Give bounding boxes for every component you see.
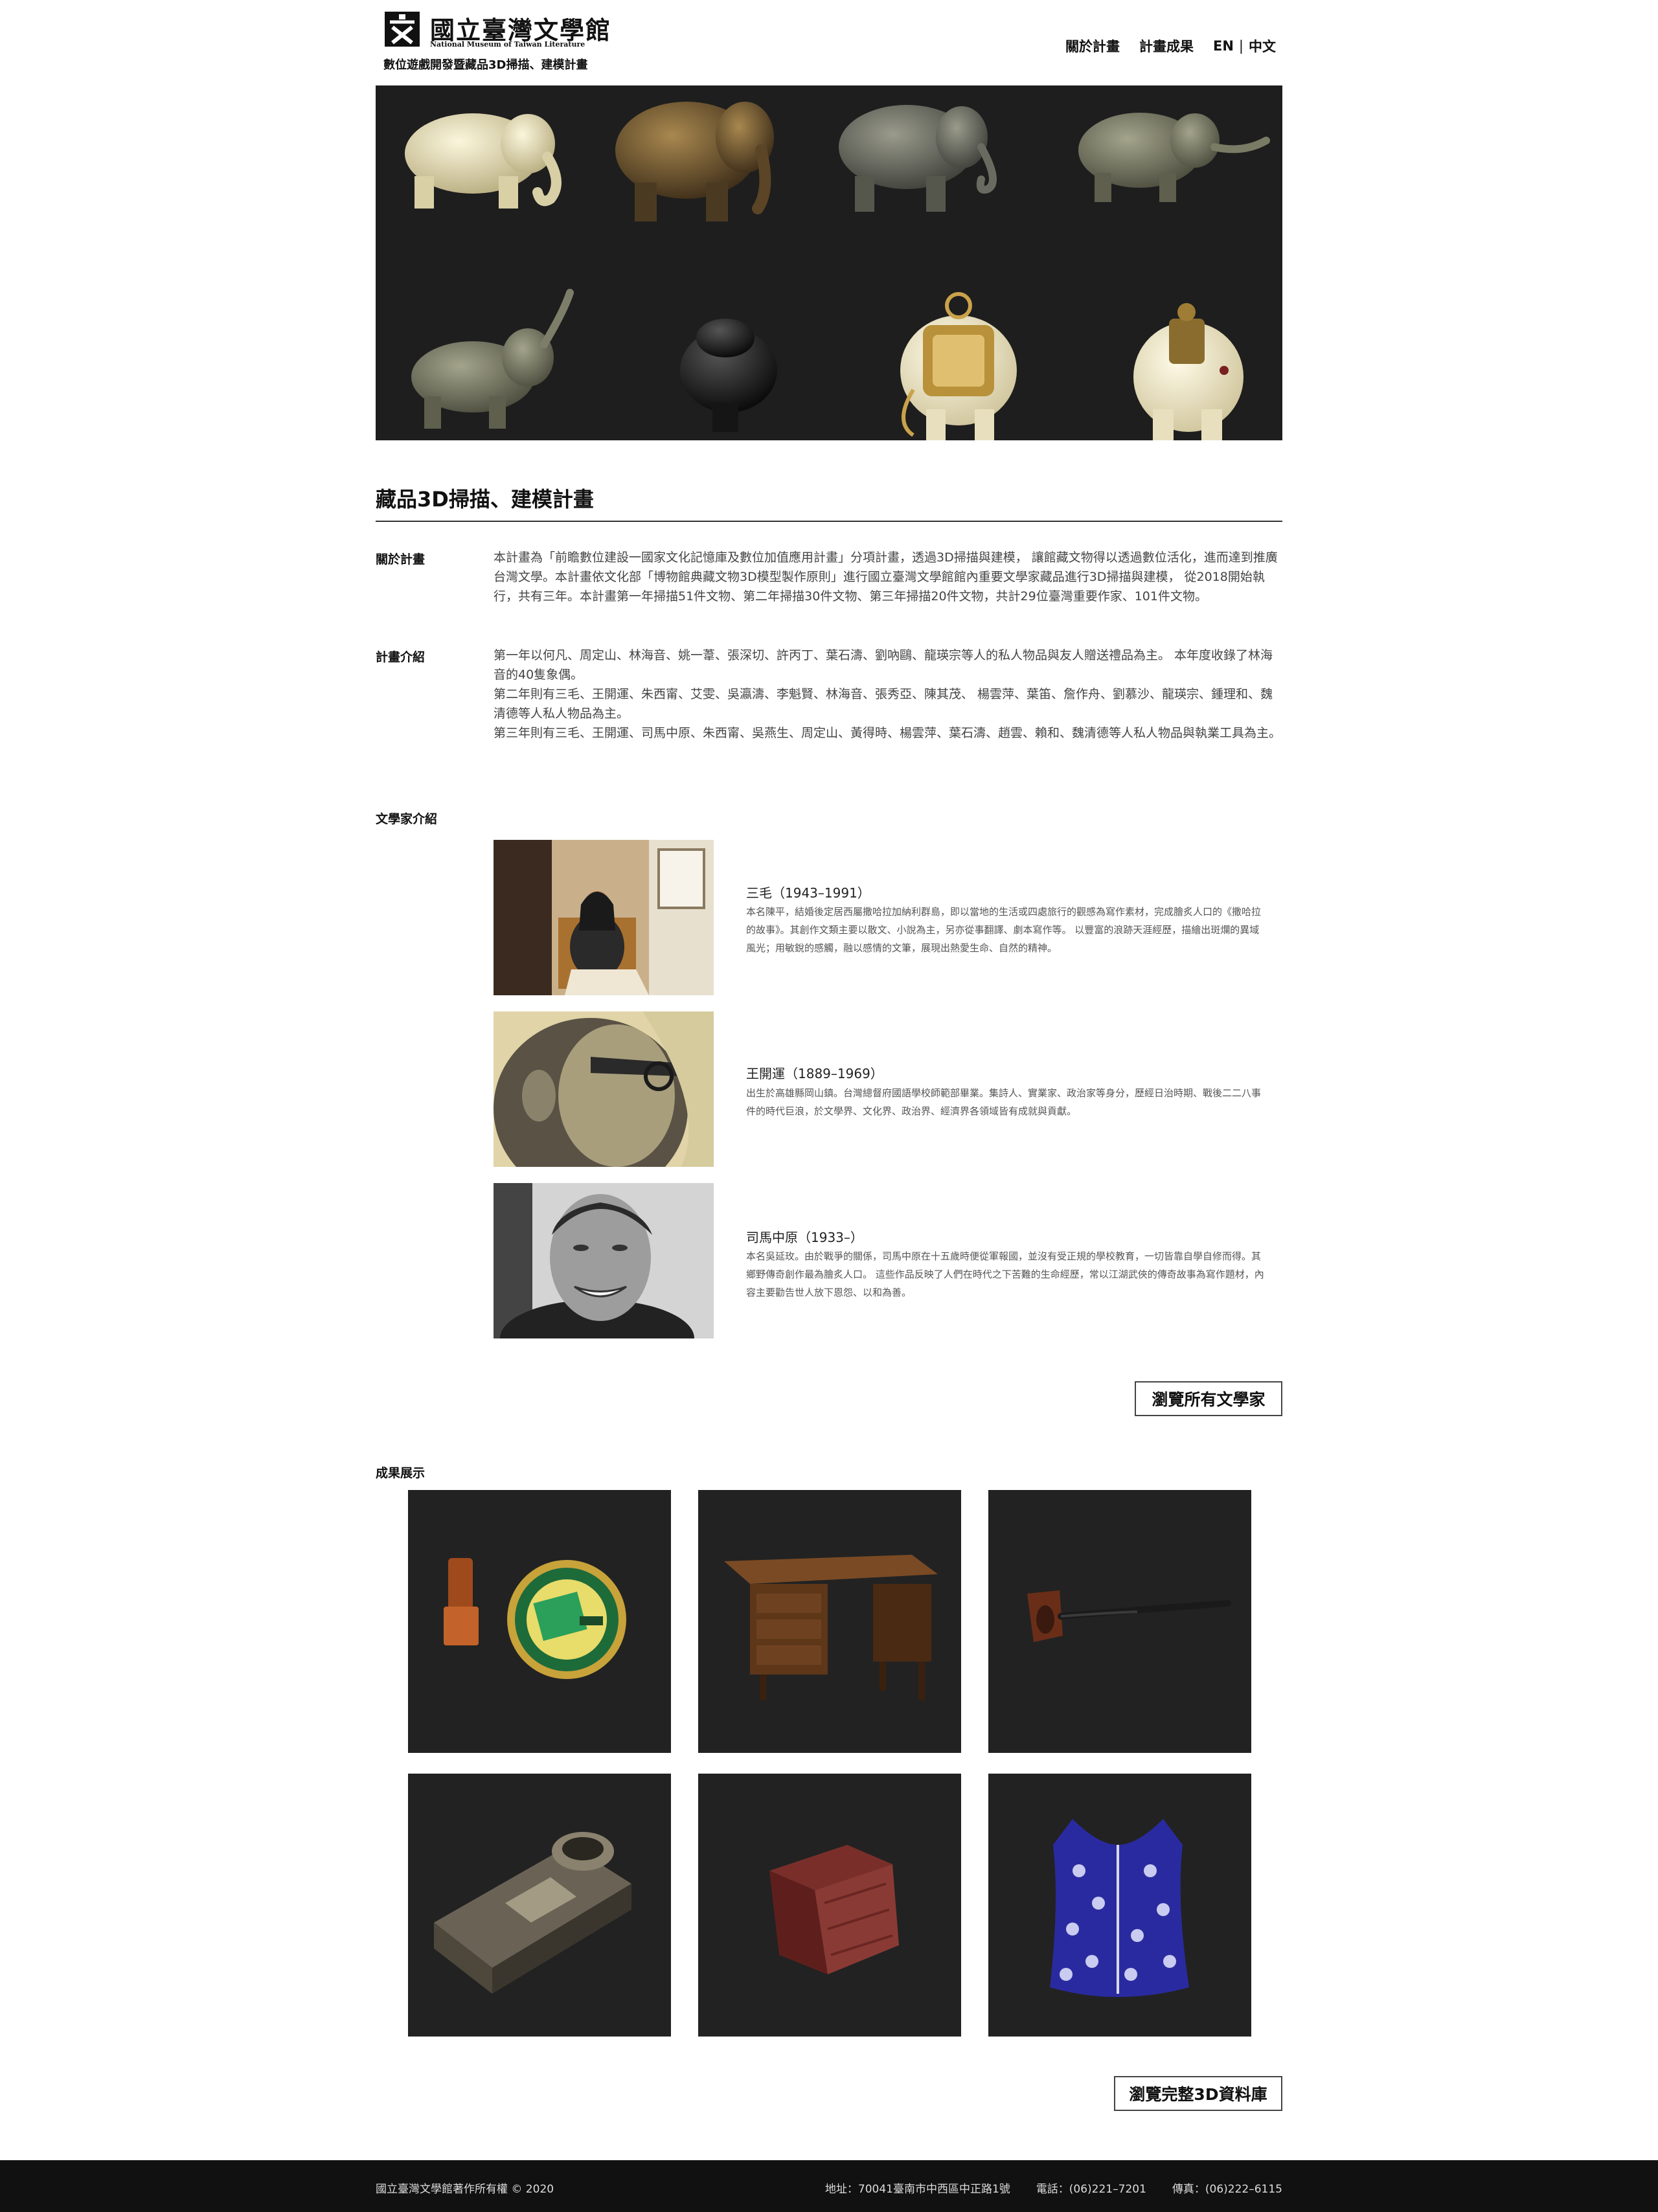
site-footer: 國立臺灣文學館著作所有權 © 2020 地址：70041臺南市中西區中正路1號 … xyxy=(0,2160,1658,2212)
hero-banner xyxy=(376,85,1282,440)
gallery-item-ornate-inkstand[interactable] xyxy=(408,1774,671,2037)
gallery-item-lacquer-box[interactable] xyxy=(698,1774,961,2037)
gallery-item-tobacco-pipe[interactable] xyxy=(988,1490,1251,1753)
museum-logo-icon xyxy=(385,12,420,47)
writer-name-sanmao: 三毛（1943–1991） xyxy=(746,885,870,901)
browse-3d-database-button[interactable]: 瀏覽完整3D資料庫 xyxy=(1114,2076,1282,2111)
plan-year-1: 第一年以何凡、周定山、林海音、姚一葦、張深切、許丙丁、葉石濤、劉吶鷗、龍瑛宗等人… xyxy=(494,648,1273,682)
writer-photo-sanmao xyxy=(494,840,714,995)
plan-text: 第一年以何凡、周定山、林海音、姚一葦、張深切、許丙丁、葉石濤、劉吶鷗、龍瑛宗等人… xyxy=(494,646,1282,743)
about-text: 本計畫為「前瞻數位建設一國家文化記憶庫及數位加值應用計畫」分項計畫，透過3D掃描… xyxy=(494,550,1278,604)
footer-fax: 傳真：(06)222–6115 xyxy=(1172,2183,1282,2196)
gallery-item-writing-desk[interactable] xyxy=(698,1490,961,1753)
elephant-figurine-8 xyxy=(1133,303,1244,440)
writer-photo-sima-zhongyuan xyxy=(494,1183,714,1338)
writer-desc-wang-kaiyun: 出生於高雄縣岡山鎮。台灣總督府國語學校師範部畢業。集詩人、實業家、政治家等身分，… xyxy=(746,1087,1262,1117)
elephant-figurine-7 xyxy=(900,292,1017,440)
plan-year-2: 第二年則有三毛、王開運、朱西甯、艾雯、吳瀛濤、李魁賢、林海音、張秀亞、陳其茂、 … xyxy=(494,687,1273,721)
project-subtitle: 數位遊戲開發暨藏品3D掃描、建模計畫 xyxy=(383,58,588,72)
footer-phone: 電話：(06)221–7201 xyxy=(1036,2183,1146,2196)
site-header: 國立臺灣文學館 National Museum of Taiwan Litera… xyxy=(376,0,1282,84)
hero-elephant-collection xyxy=(405,102,1270,440)
gallery-item-blue-vest[interactable] xyxy=(988,1774,1251,2037)
plan-year-3: 第三年則有三毛、王開運、司馬中原、朱西甯、吳燕生、周定山、黃得時、楊雲萍、葉石濤… xyxy=(494,726,1282,740)
plan-label: 計畫介紹 xyxy=(376,650,426,664)
writer-desc-sima-zhongyuan: 本名吳延玫。由於戰爭的關係，司馬中原在十五歲時便從軍報國，並沒有受正規的學校教育… xyxy=(746,1250,1264,1298)
museum-logo[interactable]: 國立臺灣文學館 National Museum of Taiwan Litera… xyxy=(383,9,610,74)
writer-name-sima-zhongyuan: 司馬中原（1933–） xyxy=(746,1230,863,1245)
nav-about[interactable]: 關於計畫 xyxy=(1065,36,1120,56)
footer-contact: 地址：70041臺南市中西區中正路1號 電話：(06)221–7201 傳真：(… xyxy=(825,2180,1282,2196)
nav-results[interactable]: 計畫成果 xyxy=(1139,36,1194,56)
footer-address: 地址：70041臺南市中西區中正路1號 xyxy=(824,2183,1010,2196)
browse-writers-button[interactable]: 瀏覽所有文學家 xyxy=(1135,1381,1282,1416)
about-label: 關於計畫 xyxy=(376,552,426,567)
footer-copyright: 國立臺灣文學館著作所有權 © 2020 xyxy=(376,2183,554,2196)
lang-separator: | xyxy=(1238,38,1244,54)
elephant-figurine-3 xyxy=(839,105,997,212)
writer-photo-wang-kaiyun xyxy=(494,1011,714,1167)
elephant-figurine-1 xyxy=(405,113,562,209)
project-title: 藏品3D掃描、建模計畫 xyxy=(376,483,1282,522)
lang-zh-link[interactable]: 中文 xyxy=(1249,36,1276,56)
elephant-figurine-2 xyxy=(615,102,774,221)
logo-english-name: National Museum of Taiwan Literature xyxy=(430,40,585,49)
writer-name-wang-kaiyun: 王開運（1889–1969） xyxy=(746,1066,883,1081)
writer-desc-sanmao: 本名陳平，結婚後定居西屬撒哈拉加納利群島，即以當地的生活或四處旅行的觀感為寫作素… xyxy=(746,906,1262,954)
gallery-label: 成果展示 xyxy=(376,1466,426,1480)
gallery-item-seal-and-tin[interactable] xyxy=(408,1490,671,1753)
writers-label: 文學家介紹 xyxy=(376,812,438,826)
main-nav: 關於計畫 計畫成果 EN | 中文 xyxy=(1065,36,1276,56)
elephant-figurine-6 xyxy=(680,319,777,432)
lang-en-link[interactable]: EN xyxy=(1213,38,1234,54)
elephant-figurine-5 xyxy=(411,289,574,429)
elephant-figurine-4 xyxy=(1078,113,1270,202)
